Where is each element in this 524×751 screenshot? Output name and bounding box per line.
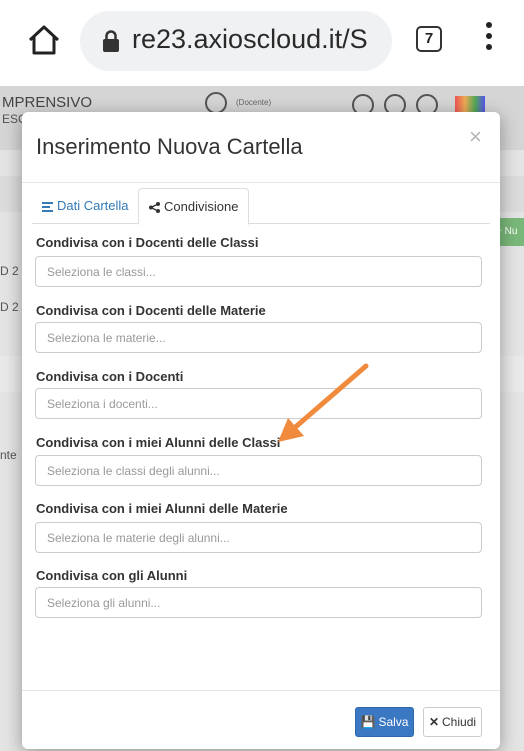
user-icon [205, 92, 227, 114]
tab-label: Dati Cartella [57, 198, 129, 213]
background-row-2: D 2 [0, 300, 19, 314]
address-bar[interactable]: re23.axioscloud.it/S [80, 11, 392, 71]
floppy-disk-icon: 💾 [360, 715, 376, 729]
label-alunni-materie: Condivisa con i miei Alunni delle Materi… [36, 501, 288, 516]
label-docenti-classi: Condivisa con i Docenti delle Classi [36, 235, 259, 250]
background-row-1: D 2 [0, 264, 19, 278]
lock-icon [103, 30, 119, 52]
browser-toolbar: re23.axioscloud.it/S 7 [0, 0, 524, 86]
close-label: Chiudi [442, 715, 477, 729]
alunni-materie-select[interactable] [35, 522, 482, 553]
kebab-menu-icon[interactable] [482, 22, 496, 58]
header-divider [22, 182, 500, 183]
footer-divider [22, 690, 500, 691]
url-text: re23.axioscloud.it/S [132, 24, 368, 54]
share-icon [149, 202, 160, 214]
alunni-classi-select[interactable] [35, 455, 482, 486]
tab-switcher-button[interactable]: 7 [416, 26, 442, 52]
alunni-select[interactable] [35, 587, 482, 618]
home-icon[interactable] [26, 22, 62, 58]
close-button[interactable]: ✕ Chiudi [423, 707, 482, 737]
docenti-select[interactable] [35, 388, 482, 419]
new-folder-modal: Inserimento Nuova Cartella × Dati Cartel… [22, 112, 500, 749]
school-name: MPRENSIVO [2, 94, 93, 111]
modal-tabs: Dati Cartella Condivisione [32, 188, 490, 225]
docenti-classi-select[interactable] [35, 256, 482, 287]
close-icon[interactable]: × [469, 124, 482, 150]
save-button[interactable]: 💾 Salva [355, 707, 414, 737]
tab-condivisione[interactable]: Condivisione [138, 188, 250, 225]
save-label: Salva [378, 715, 409, 729]
modal-title: Inserimento Nuova Cartella [36, 134, 303, 159]
list-icon [42, 201, 53, 212]
background-row-3: nte [0, 448, 17, 462]
x-icon: ✕ [428, 715, 440, 729]
label-docenti: Condivisa con i Docenti [36, 369, 184, 384]
label-docenti-materie: Condivisa con i Docenti delle Materie [36, 303, 266, 318]
label-alunni: Condivisa con gli Alunni [36, 568, 188, 583]
user-role: (Docente) [236, 98, 272, 107]
tab-dati-cartella[interactable]: Dati Cartella [32, 188, 139, 224]
docenti-materie-select[interactable] [35, 322, 482, 353]
label-alunni-classi: Condivisa con i miei Alunni delle Classi [36, 435, 281, 450]
tab-label: Condivisione [164, 199, 239, 214]
